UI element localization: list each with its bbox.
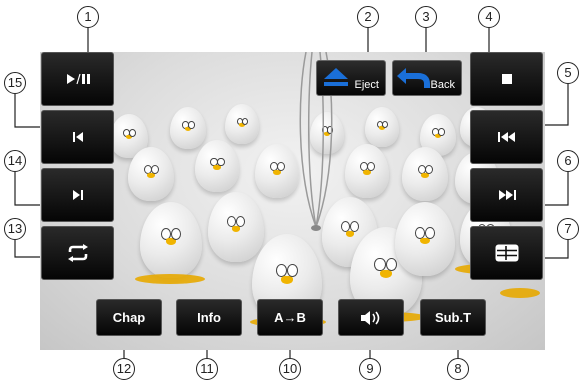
next-chapter-button[interactable] — [41, 168, 114, 222]
chapter-button[interactable]: Chap — [96, 299, 162, 336]
play-pause-icon — [66, 73, 90, 85]
back-label: Back — [430, 79, 455, 91]
callout-11: 11 — [196, 358, 218, 380]
skip-to-start-icon — [72, 132, 83, 142]
speaker-icon — [361, 310, 380, 325]
fast-rewind-button[interactable] — [470, 110, 543, 164]
repeat-button[interactable] — [41, 226, 114, 280]
fast-rewind-icon — [497, 132, 515, 142]
callout-2: 2 — [357, 6, 379, 28]
egg-feet — [500, 288, 540, 298]
volume-button[interactable] — [338, 299, 404, 336]
skip-to-end-icon — [72, 190, 83, 200]
callout-7: 7 — [557, 218, 579, 240]
stop-icon — [501, 74, 512, 84]
eject-icon — [324, 68, 348, 86]
back-button[interactable]: Back — [392, 60, 462, 96]
a-b-repeat-button[interactable]: A→B — [257, 299, 323, 336]
info-button[interactable]: Info — [176, 299, 242, 336]
callout-5: 5 — [557, 62, 579, 84]
eject-button[interactable]: Eject — [316, 60, 386, 96]
callout-13: 13 — [4, 218, 26, 240]
previous-chapter-button[interactable] — [41, 110, 114, 164]
callout-4: 4 — [478, 6, 500, 28]
callout-14: 14 — [4, 150, 26, 172]
egg-feet — [135, 274, 205, 284]
eject-label: Eject — [354, 79, 379, 91]
cartoon-egg — [128, 147, 174, 201]
callout-12: 12 — [113, 358, 135, 380]
cartoon-egg — [140, 202, 202, 278]
cartoon-egg — [395, 202, 455, 276]
callout-8: 8 — [447, 358, 469, 380]
callout-3: 3 — [415, 6, 437, 28]
cartoon-egg — [402, 147, 448, 201]
callout-10: 10 — [279, 358, 301, 380]
info-label: Info — [197, 310, 221, 325]
cartoon-egg — [255, 144, 299, 198]
menu-list-icon — [495, 244, 518, 262]
stop-button[interactable] — [470, 52, 543, 106]
cartoon-egg — [208, 192, 264, 262]
callout-15: 15 — [4, 72, 26, 94]
menu-button[interactable] — [470, 226, 543, 280]
cartoon-egg — [365, 107, 399, 147]
chapter-label: Chap — [112, 310, 146, 325]
back-arrow-icon — [397, 68, 430, 88]
repeat-icon — [67, 244, 88, 262]
a-b-repeat-label: A→B — [274, 310, 306, 325]
callout-9: 9 — [359, 358, 381, 380]
cartoon-egg — [345, 144, 389, 198]
subtitle-button[interactable]: Sub.T — [420, 299, 486, 336]
callout-1: 1 — [77, 6, 99, 28]
subtitle-label: Sub.T — [434, 310, 472, 325]
cartoon-egg — [225, 104, 259, 144]
callout-6: 6 — [557, 150, 579, 172]
fast-forward-button[interactable] — [470, 168, 543, 222]
cartoon-egg — [170, 107, 206, 149]
play-pause-button[interactable] — [41, 52, 114, 106]
cartoon-egg — [195, 140, 239, 192]
fast-forward-icon — [498, 190, 516, 200]
